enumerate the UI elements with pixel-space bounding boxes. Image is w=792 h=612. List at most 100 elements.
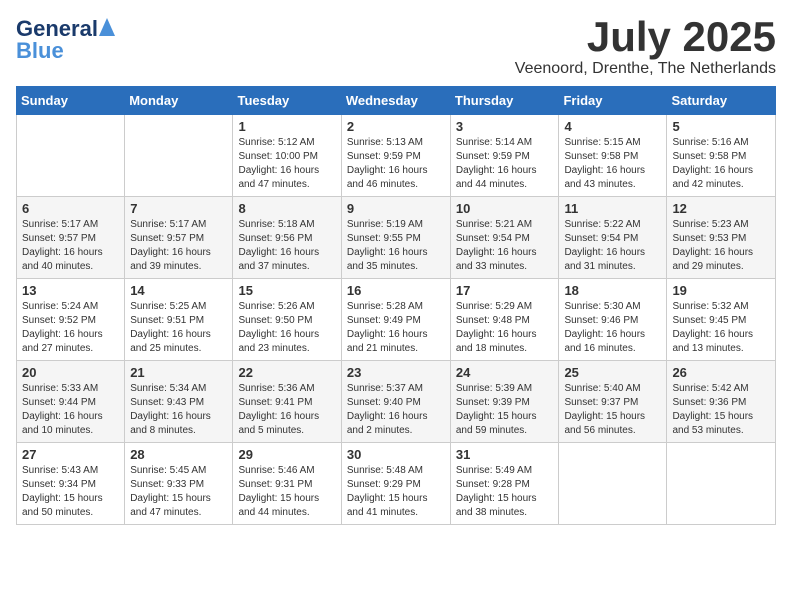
calendar-week-row: 6 Sunrise: 5:17 AM Sunset: 9:57 PM Daylig… xyxy=(17,197,776,279)
day-info: Sunrise: 5:49 AM Sunset: 9:28 PM Dayligh… xyxy=(456,464,554,520)
calendar-cell: 14 Sunrise: 5:25 AM Sunset: 9:51 PM Dayli… xyxy=(125,279,233,361)
calendar-cell xyxy=(17,115,125,197)
calendar-cell: 2 Sunrise: 5:13 AM Sunset: 9:59 PM Daylig… xyxy=(341,115,450,197)
day-info: Sunrise: 5:39 AM Sunset: 9:39 PM Dayligh… xyxy=(456,382,554,438)
day-info: Sunrise: 5:13 AM Sunset: 9:59 PM Dayligh… xyxy=(347,136,445,192)
calendar-cell: 27 Sunrise: 5:43 AM Sunset: 9:34 PM Dayli… xyxy=(17,443,125,525)
calendar-header-row: SundayMondayTuesdayWednesdayThursdayFrid… xyxy=(17,87,776,115)
day-number: 9 xyxy=(347,201,445,216)
calendar-week-row: 13Sunrise: 5:24 AM Sunset: 9:52 PM Dayli… xyxy=(17,279,776,361)
day-number: 20 xyxy=(22,365,119,380)
day-info: Sunrise: 5:14 AM Sunset: 9:59 PM Dayligh… xyxy=(456,136,554,192)
calendar-body: 1 Sunrise: 5:12 AM Sunset: 10:00 PM Dayli… xyxy=(17,115,776,525)
calendar-week-row: 27 Sunrise: 5:43 AM Sunset: 9:34 PM Dayli… xyxy=(17,443,776,525)
day-number: 24 xyxy=(456,365,554,380)
calendar-cell: 21 Sunrise: 5:34 AM Sunset: 9:43 PM Dayli… xyxy=(125,361,233,443)
day-number: 22 xyxy=(238,365,335,380)
calendar-cell: 7 Sunrise: 5:17 AM Sunset: 9:57 PM Daylig… xyxy=(125,197,233,279)
calendar-cell: 13Sunrise: 5:24 AM Sunset: 9:52 PM Dayli… xyxy=(17,279,125,361)
calendar-cell: 1 Sunrise: 5:12 AM Sunset: 10:00 PM Dayli… xyxy=(233,115,341,197)
day-number: 12 xyxy=(672,201,770,216)
day-info: Sunrise: 5:32 AM Sunset: 9:45 PM Dayligh… xyxy=(672,300,770,356)
day-of-week-header: Friday xyxy=(559,87,667,115)
day-number: 17 xyxy=(456,283,554,298)
day-info: Sunrise: 5:26 AM Sunset: 9:50 PM Dayligh… xyxy=(238,300,335,356)
calendar-cell: 19Sunrise: 5:32 AM Sunset: 9:45 PM Dayli… xyxy=(667,279,776,361)
calendar-cell: 5 Sunrise: 5:16 AM Sunset: 9:58 PM Daylig… xyxy=(667,115,776,197)
calendar-cell: 9 Sunrise: 5:19 AM Sunset: 9:55 PM Daylig… xyxy=(341,197,450,279)
day-number: 14 xyxy=(130,283,227,298)
calendar-cell: 10 Sunrise: 5:21 AM Sunset: 9:54 PM Dayli… xyxy=(450,197,559,279)
day-number: 4 xyxy=(564,119,661,134)
day-info: Sunrise: 5:16 AM Sunset: 9:58 PM Dayligh… xyxy=(672,136,770,192)
day-info: Sunrise: 5:30 AM Sunset: 9:46 PM Dayligh… xyxy=(564,300,661,356)
calendar-cell: 29 Sunrise: 5:46 AM Sunset: 9:31 PM Dayli… xyxy=(233,443,341,525)
day-number: 3 xyxy=(456,119,554,134)
calendar-cell: 28Sunrise: 5:45 AM Sunset: 9:33 PM Dayli… xyxy=(125,443,233,525)
day-info: Sunrise: 5:33 AM Sunset: 9:44 PM Dayligh… xyxy=(22,382,119,438)
day-info: Sunrise: 5:36 AM Sunset: 9:41 PM Dayligh… xyxy=(238,382,335,438)
day-number: 6 xyxy=(22,201,119,216)
calendar-cell: 30Sunrise: 5:48 AM Sunset: 9:29 PM Dayli… xyxy=(341,443,450,525)
day-number: 7 xyxy=(130,201,227,216)
day-info: Sunrise: 5:37 AM Sunset: 9:40 PM Dayligh… xyxy=(347,382,445,438)
day-number: 11 xyxy=(564,201,661,216)
day-number: 31 xyxy=(456,447,554,462)
calendar-cell: 8Sunrise: 5:18 AM Sunset: 9:56 PM Daylig… xyxy=(233,197,341,279)
calendar-cell: 11 Sunrise: 5:22 AM Sunset: 9:54 PM Dayli… xyxy=(559,197,667,279)
month-title: July 2025 xyxy=(515,16,776,58)
day-of-week-header: Monday xyxy=(125,87,233,115)
calendar-cell xyxy=(559,443,667,525)
day-info: Sunrise: 5:17 AM Sunset: 9:57 PM Dayligh… xyxy=(22,218,119,274)
calendar-cell: 17Sunrise: 5:29 AM Sunset: 9:48 PM Dayli… xyxy=(450,279,559,361)
day-number: 8 xyxy=(238,201,335,216)
day-info: Sunrise: 5:25 AM Sunset: 9:51 PM Dayligh… xyxy=(130,300,227,356)
calendar-week-row: 1 Sunrise: 5:12 AM Sunset: 10:00 PM Dayli… xyxy=(17,115,776,197)
calendar-cell: 12 Sunrise: 5:23 AM Sunset: 9:53 PM Dayli… xyxy=(667,197,776,279)
calendar-week-row: 20 Sunrise: 5:33 AM Sunset: 9:44 PM Dayli… xyxy=(17,361,776,443)
calendar-cell: 25 Sunrise: 5:40 AM Sunset: 9:37 PM Dayli… xyxy=(559,361,667,443)
day-of-week-header: Saturday xyxy=(667,87,776,115)
day-info: Sunrise: 5:34 AM Sunset: 9:43 PM Dayligh… xyxy=(130,382,227,438)
location: Veenoord, Drenthe, The Netherlands xyxy=(515,60,776,78)
title-area: July 2025 Veenoord, Drenthe, The Netherl… xyxy=(515,16,776,78)
day-info: Sunrise: 5:15 AM Sunset: 9:58 PM Dayligh… xyxy=(564,136,661,192)
day-of-week-header: Tuesday xyxy=(233,87,341,115)
day-number: 27 xyxy=(22,447,119,462)
day-info: Sunrise: 5:46 AM Sunset: 9:31 PM Dayligh… xyxy=(238,464,335,520)
day-info: Sunrise: 5:22 AM Sunset: 9:54 PM Dayligh… xyxy=(564,218,661,274)
calendar-cell: 3 Sunrise: 5:14 AM Sunset: 9:59 PM Daylig… xyxy=(450,115,559,197)
day-number: 5 xyxy=(672,119,770,134)
day-info: Sunrise: 5:21 AM Sunset: 9:54 PM Dayligh… xyxy=(456,218,554,274)
day-info: Sunrise: 5:12 AM Sunset: 10:00 PM Daylig… xyxy=(238,136,335,192)
day-info: Sunrise: 5:48 AM Sunset: 9:29 PM Dayligh… xyxy=(347,464,445,520)
calendar-cell: 31 Sunrise: 5:49 AM Sunset: 9:28 PM Dayli… xyxy=(450,443,559,525)
day-info: Sunrise: 5:28 AM Sunset: 9:49 PM Dayligh… xyxy=(347,300,445,356)
day-info: Sunrise: 5:45 AM Sunset: 9:33 PM Dayligh… xyxy=(130,464,227,520)
day-number: 21 xyxy=(130,365,227,380)
day-number: 29 xyxy=(238,447,335,462)
day-number: 15 xyxy=(238,283,335,298)
calendar-cell: 22 Sunrise: 5:36 AM Sunset: 9:41 PM Dayli… xyxy=(233,361,341,443)
day-number: 2 xyxy=(347,119,445,134)
day-number: 26 xyxy=(672,365,770,380)
day-info: Sunrise: 5:17 AM Sunset: 9:57 PM Dayligh… xyxy=(130,218,227,274)
day-info: Sunrise: 5:40 AM Sunset: 9:37 PM Dayligh… xyxy=(564,382,661,438)
day-number: 10 xyxy=(456,201,554,216)
day-info: Sunrise: 5:24 AM Sunset: 9:52 PM Dayligh… xyxy=(22,300,119,356)
calendar-cell: 18 Sunrise: 5:30 AM Sunset: 9:46 PM Dayli… xyxy=(559,279,667,361)
day-info: Sunrise: 5:42 AM Sunset: 9:36 PM Dayligh… xyxy=(672,382,770,438)
day-number: 23 xyxy=(347,365,445,380)
day-info: Sunrise: 5:23 AM Sunset: 9:53 PM Dayligh… xyxy=(672,218,770,274)
calendar-cell: 6 Sunrise: 5:17 AM Sunset: 9:57 PM Daylig… xyxy=(17,197,125,279)
day-info: Sunrise: 5:43 AM Sunset: 9:34 PM Dayligh… xyxy=(22,464,119,520)
calendar-cell: 26 Sunrise: 5:42 AM Sunset: 9:36 PM Dayli… xyxy=(667,361,776,443)
day-info: Sunrise: 5:19 AM Sunset: 9:55 PM Dayligh… xyxy=(347,218,445,274)
day-number: 1 xyxy=(238,119,335,134)
day-number: 25 xyxy=(564,365,661,380)
logo-blue: Blue xyxy=(16,38,64,64)
calendar-table: SundayMondayTuesdayWednesdayThursdayFrid… xyxy=(16,86,776,525)
day-of-week-header: Wednesday xyxy=(341,87,450,115)
calendar-cell: 4 Sunrise: 5:15 AM Sunset: 9:58 PM Daylig… xyxy=(559,115,667,197)
day-number: 18 xyxy=(564,283,661,298)
